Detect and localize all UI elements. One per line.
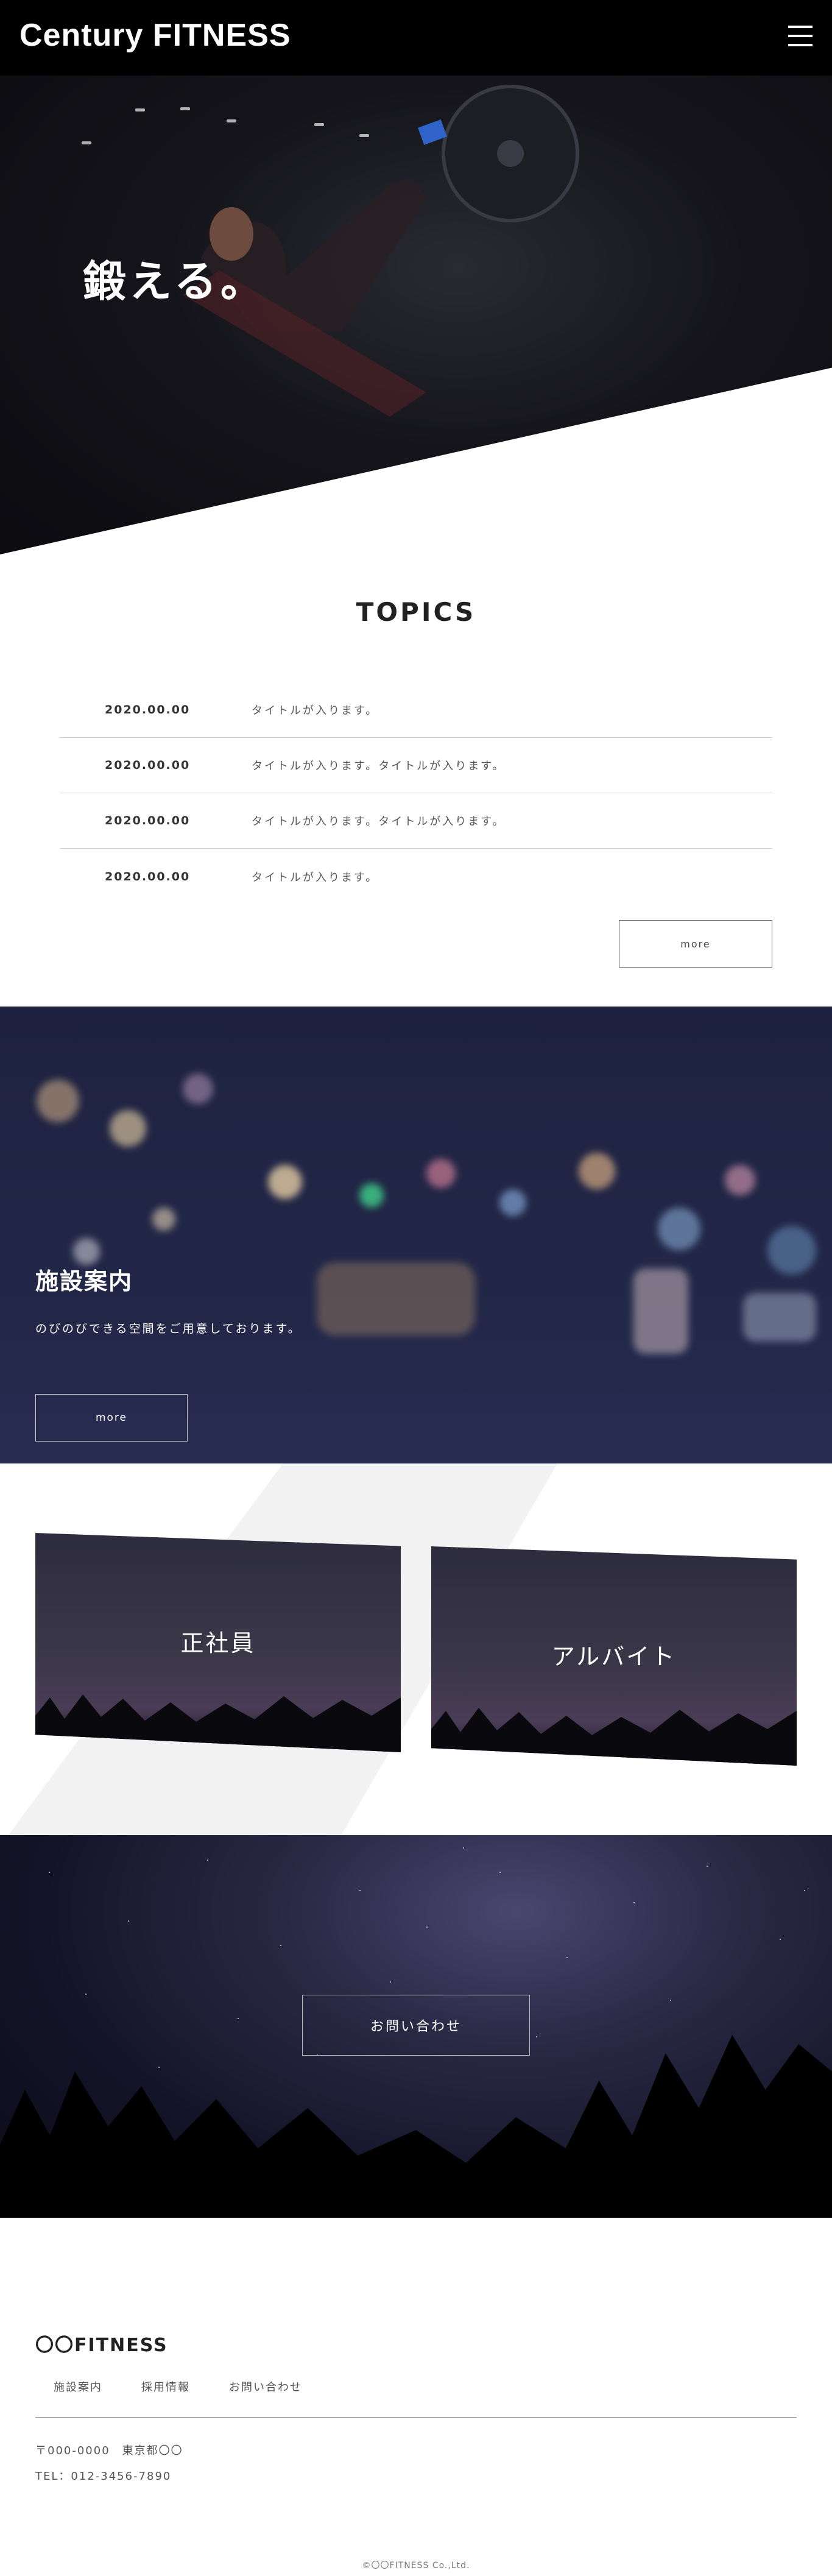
footer-divider (35, 2417, 797, 2418)
topic-title[interactable]: タイトルが入ります。 (252, 702, 378, 718)
footer-nav-contact[interactable]: お問い合わせ (229, 2379, 302, 2394)
card-tree-silhouette (431, 1708, 797, 1766)
facility-title: 施設案内 (35, 1268, 133, 1295)
hamburger-menu-icon[interactable] (788, 26, 813, 49)
topic-title[interactable]: タイトルが入ります。 (252, 869, 378, 885)
facility-description: のびのびできる空間をご用意しております。 (35, 1322, 301, 1336)
recruit-card-full-time[interactable]: 正社員 (35, 1533, 401, 1752)
footer-tel: TEL：012-3456-7890 (35, 2470, 172, 2483)
footer-address: 〒000-0000 東京都〇〇 (35, 2444, 183, 2457)
topic-title[interactable]: タイトルが入ります。タイトルが入ります。 (252, 813, 505, 829)
topic-row[interactable]: 2020.00.00 タイトルが入ります。タイトルが入ります。 (60, 738, 772, 793)
topic-row[interactable]: 2020.00.00 タイトルが入ります。タイトルが入ります。 (60, 793, 772, 849)
topic-row[interactable]: 2020.00.00 タイトルが入ります。 (60, 682, 772, 738)
footer-nav-recruit[interactable]: 採用情報 (141, 2379, 190, 2394)
hero-title: 鍛える。 (83, 257, 267, 306)
topic-date: 2020.00.00 (105, 869, 191, 883)
contact-button[interactable]: お問い合わせ (302, 1995, 530, 2056)
forest-silhouette (0, 2035, 832, 2218)
copyright: ©〇〇FITNESS Co.,Ltd. (362, 2561, 470, 2571)
facility-more-button[interactable]: more (35, 1394, 188, 1442)
topic-date: 2020.00.00 (105, 814, 191, 827)
topics-more-button[interactable]: more (619, 920, 772, 968)
topics-list: 2020.00.00 タイトルが入ります。 2020.00.00 タイトルが入り… (60, 682, 772, 904)
topic-date: 2020.00.00 (105, 759, 191, 772)
recruit-card-label: アルバイト (551, 1643, 677, 1670)
topics-heading: TOPICS (356, 597, 476, 627)
footer-nav-facility[interactable]: 施設案内 (54, 2379, 102, 2394)
site-logo[interactable]: Century FITNESS (19, 17, 291, 54)
recruit-card-label: 正社員 (180, 1630, 256, 1657)
topic-title[interactable]: タイトルが入ります。タイトルが入ります。 (252, 757, 505, 773)
recruit-card-part-time[interactable]: アルバイト (431, 1546, 797, 1766)
topic-row[interactable]: 2020.00.00 タイトルが入ります。 (60, 849, 772, 904)
footer-logo[interactable]: 〇〇FITNESS (35, 2330, 168, 2357)
hero-section: 鍛える。 (0, 76, 832, 554)
topic-date: 2020.00.00 (105, 703, 191, 717)
footer-nav: 施設案内 採用情報 お問い合わせ (54, 2379, 341, 2394)
site-header: Century FITNESS (0, 0, 832, 76)
